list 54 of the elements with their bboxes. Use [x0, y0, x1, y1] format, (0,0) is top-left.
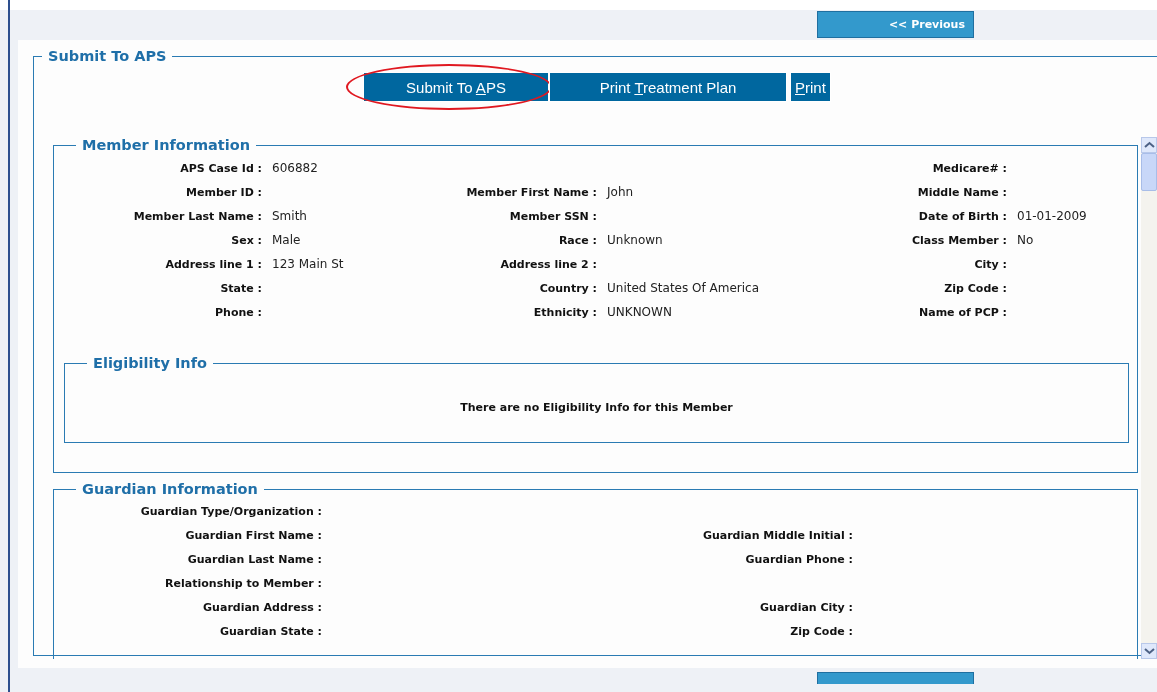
field-label: Zip Code : — [790, 625, 853, 638]
field-label: Middle Name : — [917, 186, 1007, 199]
field-label: City : — [974, 258, 1007, 271]
previous-button[interactable]: << Previous — [817, 11, 974, 38]
field-label: Guardian Middle Initial : — [702, 529, 853, 542]
field-label: Guardian City : — [760, 601, 853, 614]
action-button[interactable]: Print — [790, 72, 831, 102]
field-label: Name of PCP : — [919, 306, 1007, 319]
scroll-thumb[interactable] — [1141, 153, 1157, 191]
field-label: Date of Birth : — [918, 210, 1007, 223]
empty-message: There are no Eligibility Info for this Member — [459, 401, 734, 414]
section-title: Member Information — [81, 137, 251, 153]
section-title: Eligibility Info — [92, 355, 208, 371]
field-label: APS Case Id : — [180, 162, 262, 175]
section-title: Submit To APS — [47, 48, 168, 64]
field-label: Phone : — [215, 306, 262, 319]
field-label: Medicare# : — [932, 162, 1007, 175]
field-label: Country : — [539, 282, 597, 295]
field-label: Zip Code : — [944, 282, 1007, 295]
field-value: Male — [272, 233, 301, 247]
field-label: Address line 1 : — [165, 258, 262, 271]
field-label: Guardian First Name : — [185, 529, 322, 542]
field-value: 123 Main St — [272, 257, 344, 271]
action-button[interactable]: Print Treatment Plan — [549, 72, 787, 102]
field-value: John — [607, 185, 634, 199]
field-label: Member SSN : — [509, 210, 597, 223]
field-label: Guardian Address : — [203, 601, 322, 614]
field-value: UNKNOWN — [607, 305, 672, 319]
field-label: Guardian Last Name : — [187, 553, 322, 566]
field-label: Guardian State : — [220, 625, 322, 638]
field-value: Smith — [272, 209, 307, 223]
field-label: Relationship to Member : — [165, 577, 322, 590]
field-value: 01-01-2009 — [1017, 209, 1087, 223]
field-label: Sex : — [231, 234, 262, 247]
field-label: Class Member : — [911, 234, 1007, 247]
field-value: 606882 — [272, 161, 318, 175]
field-label: Ethnicity : — [533, 306, 597, 319]
field-label: State : — [220, 282, 262, 295]
scrollbar[interactable] — [1141, 137, 1157, 659]
field-value: Unknown — [607, 233, 663, 247]
field-label: Member First Name : — [466, 186, 597, 199]
scroll-down-icon[interactable] — [1141, 643, 1157, 659]
field-label: Race : — [558, 234, 597, 247]
field-label: Member Last Name : — [133, 210, 262, 223]
field-label: Guardian Phone : — [745, 553, 853, 566]
field-label: Member ID : — [186, 186, 262, 199]
previous-button[interactable] — [817, 672, 974, 684]
scroll-up-icon[interactable] — [1141, 137, 1157, 153]
action-button[interactable]: Submit To APS — [363, 72, 549, 102]
field-value: No — [1017, 233, 1034, 247]
field-value: United States Of America — [607, 281, 760, 295]
field-label: Guardian Type/Organization : — [140, 505, 322, 518]
section-title: Guardian Information — [81, 481, 259, 497]
field-label: Address line 2 : — [500, 258, 597, 271]
